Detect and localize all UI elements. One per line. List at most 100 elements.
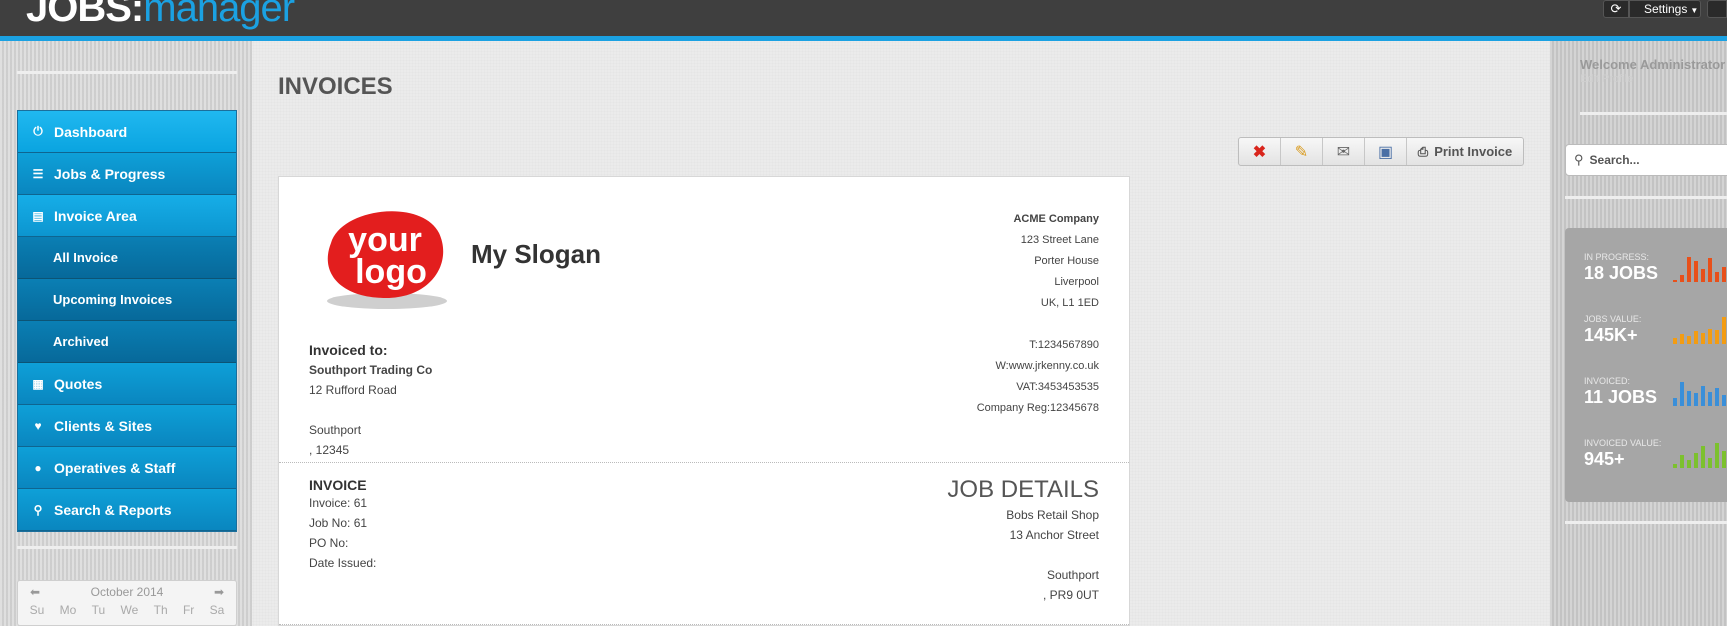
main-content: INVOICES ✖ ✎ ✉ ▣ ⎙ Print Invoice your lo… xyxy=(252,41,1550,626)
calendar-weekday: We xyxy=(120,603,139,617)
nav-item-label: Jobs & Progress xyxy=(54,165,166,182)
company-name: ACME Company xyxy=(1013,213,1099,225)
invoice-info-title: INVOICE xyxy=(309,477,367,493)
sparkline-bar xyxy=(1715,272,1719,282)
save-button[interactable]: ▣ xyxy=(1365,138,1407,165)
company-slogan: My Slogan xyxy=(471,239,602,269)
refresh-icon: ⟳ xyxy=(1610,1,1622,16)
nav-subitem-upcoming-invoices[interactable]: Upcoming Invoices xyxy=(18,279,236,321)
sparkline-bar xyxy=(1715,330,1719,344)
search-icon: ⚲ xyxy=(1574,152,1584,167)
nav-subitem-label: All Invoice xyxy=(53,250,119,265)
app-logo[interactable]: JOBS:manager xyxy=(26,0,295,32)
sparkline-bar xyxy=(1701,269,1705,282)
nav-subitem-archived[interactable]: Archived xyxy=(18,321,236,363)
search-box: ⚲ xyxy=(1565,144,1727,176)
close-icon: ✖ xyxy=(1252,143,1267,161)
company-reg: Company Reg:12345678 xyxy=(976,402,1099,414)
sparkline-bar xyxy=(1722,267,1726,282)
client-postcode: , 12345 xyxy=(309,443,350,457)
edit-profile-link[interactable]: Edit Profile xyxy=(1580,73,1633,85)
sparkline-bar xyxy=(1680,455,1684,468)
stat-jobs-value: JOBS VALUE: 145K+ xyxy=(1584,314,1641,346)
search-icon: ⚲ xyxy=(33,502,43,517)
power-icon: ⏻ xyxy=(33,124,43,138)
stat-value: 11 JOBS xyxy=(1584,387,1658,407)
nav-item-clients-sites[interactable]: ♥ Clients & Sites xyxy=(18,405,236,447)
logo-text-line-2: logo xyxy=(355,253,427,291)
company-address: ACME Company 123 Street Lane Porter Hous… xyxy=(977,209,1099,419)
user-menu-button[interactable] xyxy=(1707,0,1727,18)
welcome-message: Welcome Administrator xyxy=(1580,57,1726,72)
edit-button[interactable]: ✎ xyxy=(1281,138,1323,165)
sparkline-bar xyxy=(1708,258,1712,282)
sparkline-bar xyxy=(1694,331,1698,344)
printer-icon: ⎙ xyxy=(1417,143,1429,159)
calendar-month: October 2014 xyxy=(90,585,164,599)
sparkline-bar xyxy=(1680,275,1684,282)
sparkline-bar xyxy=(1680,334,1684,344)
client-address-line: Southport xyxy=(309,423,362,437)
calendar-prev-button[interactable]: ⬅ xyxy=(30,585,40,599)
stat-value: 145K+ xyxy=(1584,325,1638,345)
nav-subitem-all-invoice[interactable]: All Invoice xyxy=(18,237,236,279)
refresh-button[interactable]: ⟳ xyxy=(1603,0,1629,18)
page-title: INVOICES xyxy=(278,73,393,100)
company-address-line: UK, L1 1ED xyxy=(1040,297,1099,309)
invoiced-to-title: Invoiced to: xyxy=(309,342,388,358)
nav-item-jobs-progress[interactable]: ☰ Jobs & Progress xyxy=(18,153,236,195)
delete-button[interactable]: ✖ xyxy=(1239,138,1281,165)
nav-item-invoice-area[interactable]: ▤ Invoice Area xyxy=(18,195,236,237)
sparkline-bar xyxy=(1673,398,1677,406)
list-icon: ☰ xyxy=(32,166,44,181)
sidebar-divider xyxy=(17,71,237,74)
stat-label: IN PROGRESS: xyxy=(1584,252,1650,262)
sparkline-bar xyxy=(1673,464,1677,468)
nav-item-search-reports[interactable]: ⚲ Search & Reports xyxy=(18,489,236,531)
job-number: Job No: 61 xyxy=(309,516,368,530)
calendar-next-button[interactable]: ➡ xyxy=(214,585,224,599)
sparkline-bar xyxy=(1687,336,1691,344)
section-divider xyxy=(279,462,1129,463)
app-logo-part-2: manager xyxy=(143,0,295,30)
sidebar-divider xyxy=(1565,196,1727,199)
nav-item-operatives-staff[interactable]: ● Operatives & Staff xyxy=(18,447,236,489)
sparkline-bar xyxy=(1722,317,1726,344)
job-address-line: Southport xyxy=(1046,568,1099,582)
company-address-line: Porter House xyxy=(1034,255,1099,267)
sparkline-bar xyxy=(1687,257,1691,282)
search-input[interactable] xyxy=(1589,153,1710,167)
nav-item-dashboard[interactable]: ⏻ Dashboard xyxy=(18,111,236,153)
invoice-document: your logo My Slogan ACME Company 123 Str… xyxy=(278,176,1130,626)
sparkline-bar xyxy=(1694,393,1698,406)
section-divider xyxy=(279,624,1129,625)
client-name: Southport Trading Co xyxy=(309,363,433,377)
invoice-toolbar: ✖ ✎ ✉ ▣ ⎙ Print Invoice xyxy=(1238,137,1524,166)
right-sidebar: Welcome Administrator Edit Profile ⚲ IN … xyxy=(1550,41,1727,626)
stat-in-progress: IN PROGRESS: 18 JOBS xyxy=(1584,252,1658,284)
sparkline-bar xyxy=(1715,443,1719,468)
invoice-info: INVOICE Invoice: 61 Job No: 61 PO No: Da… xyxy=(309,477,376,573)
print-invoice-button[interactable]: ⎙ Print Invoice xyxy=(1407,138,1523,165)
heart-icon: ♥ xyxy=(34,418,42,433)
nav-item-quotes[interactable]: ▦ Quotes xyxy=(18,363,236,405)
nav-subitem-label: Archived xyxy=(53,334,109,349)
settings-dropdown-button[interactable]: Settings ▼ xyxy=(1629,0,1701,18)
table-icon: ▦ xyxy=(32,376,44,391)
sparkline-bar xyxy=(1708,458,1712,468)
sparkline-bar xyxy=(1680,382,1684,406)
sparkline-bar xyxy=(1694,453,1698,468)
stat-value: 945+ xyxy=(1584,449,1625,469)
book-icon: ▤ xyxy=(32,208,44,223)
calendar-widget: ⬅ October 2014 ➡ Su Mo Tu We Th Fr Sa xyxy=(17,580,237,626)
sparkline-bar xyxy=(1687,460,1691,468)
calendar-weekday: Mo xyxy=(59,603,77,617)
user-icon: ● xyxy=(34,460,42,475)
email-button[interactable]: ✉ xyxy=(1323,138,1365,165)
nav-item-label: Quotes xyxy=(54,375,103,392)
sparkline-invoiced xyxy=(1673,378,1727,406)
stat-label: INVOICED VALUE: xyxy=(1584,438,1662,448)
sparkline-bar xyxy=(1722,395,1726,406)
nav-item-label: Dashboard xyxy=(54,123,128,140)
sparkline-bar xyxy=(1701,446,1705,468)
